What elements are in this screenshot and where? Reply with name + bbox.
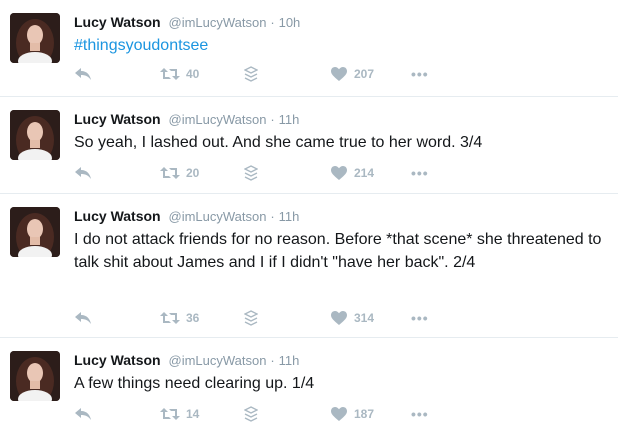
retweet-count: 36 xyxy=(186,311,200,325)
more-button[interactable]: ••• xyxy=(411,64,429,84)
avatar[interactable] xyxy=(10,13,60,63)
stack-button[interactable] xyxy=(244,163,258,183)
retweet-icon xyxy=(160,68,180,80)
separator: · xyxy=(270,353,275,368)
avatar[interactable] xyxy=(10,351,60,401)
separator: · xyxy=(270,15,275,30)
tweet-text[interactable]: So yeah, I lashed out. And she came true… xyxy=(74,131,604,154)
tweet-text[interactable]: I do not attack friends for no reason. B… xyxy=(74,228,604,274)
reply-button[interactable] xyxy=(74,404,92,424)
author-handle[interactable]: @imLucyWatson xyxy=(169,209,267,224)
retweet-button[interactable]: 20 xyxy=(160,163,199,183)
retweet-button[interactable]: 40 xyxy=(160,64,199,84)
author-name[interactable]: Lucy Watson xyxy=(74,14,161,30)
retweet-button[interactable]: 14 xyxy=(160,404,199,424)
tweet-feed: Lucy Watson @imLucyWatson · 10h #thingsy… xyxy=(0,0,618,436)
retweet-icon xyxy=(160,167,180,179)
like-button[interactable]: 187 xyxy=(331,404,374,424)
reply-button[interactable] xyxy=(74,64,92,84)
more-button[interactable]: ••• xyxy=(411,308,429,328)
more-button[interactable]: ••• xyxy=(411,404,429,424)
more-icon: ••• xyxy=(411,165,429,181)
like-button[interactable]: 314 xyxy=(331,308,374,328)
heart-icon xyxy=(331,311,347,325)
like-button[interactable]: 214 xyxy=(331,163,374,183)
tweet[interactable]: Lucy Watson @imLucyWatson · 11h So yeah,… xyxy=(0,97,618,194)
author-name[interactable]: Lucy Watson xyxy=(74,208,161,224)
retweet-icon xyxy=(160,408,180,420)
avatar[interactable] xyxy=(10,110,60,160)
author-handle[interactable]: @imLucyWatson xyxy=(169,112,267,127)
timestamp[interactable]: 11h xyxy=(279,353,300,368)
more-button[interactable]: ••• xyxy=(411,163,429,183)
author-name[interactable]: Lucy Watson xyxy=(74,352,161,368)
more-icon: ••• xyxy=(411,66,429,82)
author-handle[interactable]: @imLucyWatson xyxy=(169,15,267,30)
reply-button[interactable] xyxy=(74,163,92,183)
like-count: 187 xyxy=(354,407,375,421)
more-icon: ••• xyxy=(411,310,429,326)
tweet-header: Lucy Watson @imLucyWatson · 11h xyxy=(74,208,299,224)
reply-icon xyxy=(75,68,91,80)
stack-button[interactable] xyxy=(244,404,258,424)
author-name[interactable]: Lucy Watson xyxy=(74,111,161,127)
stack-icon xyxy=(244,66,258,82)
author-handle[interactable]: @imLucyWatson xyxy=(169,353,267,368)
tweet-text[interactable]: #thingsyoudontsee xyxy=(74,34,604,57)
like-count: 214 xyxy=(354,166,375,180)
timestamp[interactable]: 11h xyxy=(279,112,300,127)
retweet-count: 40 xyxy=(186,67,200,81)
tweet[interactable]: Lucy Watson @imLucyWatson · 10h #thingsy… xyxy=(0,0,618,97)
tweet-header: Lucy Watson @imLucyWatson · 10h xyxy=(74,14,300,30)
stack-icon xyxy=(244,165,258,181)
like-count: 207 xyxy=(354,67,375,81)
stack-button[interactable] xyxy=(244,308,258,328)
stack-button[interactable] xyxy=(244,64,258,84)
tweet[interactable]: Lucy Watson @imLucyWatson · 11h I do not… xyxy=(0,194,618,338)
stack-icon xyxy=(244,406,258,422)
retweet-count: 14 xyxy=(186,407,200,421)
tweet-header: Lucy Watson @imLucyWatson · 11h xyxy=(74,352,299,368)
retweet-count: 20 xyxy=(186,166,200,180)
like-button[interactable]: 207 xyxy=(331,64,374,84)
more-icon: ••• xyxy=(411,406,429,422)
separator: · xyxy=(270,209,275,224)
tweet-header: Lucy Watson @imLucyWatson · 11h xyxy=(74,111,299,127)
timestamp[interactable]: 10h xyxy=(279,15,301,30)
stack-icon xyxy=(244,310,258,326)
heart-icon xyxy=(331,166,347,180)
reply-icon xyxy=(75,312,91,324)
retweet-button[interactable]: 36 xyxy=(160,308,199,328)
separator: · xyxy=(270,112,275,127)
tweet[interactable]: Lucy Watson @imLucyWatson · 11h A few th… xyxy=(0,338,618,436)
heart-icon xyxy=(331,407,347,421)
heart-icon xyxy=(331,67,347,81)
tweet-text[interactable]: A few things need clearing up. 1/4 xyxy=(74,372,604,395)
reply-button[interactable] xyxy=(74,308,92,328)
retweet-icon xyxy=(160,312,180,324)
reply-icon xyxy=(75,408,91,420)
like-count: 314 xyxy=(354,311,375,325)
reply-icon xyxy=(75,167,91,179)
avatar[interactable] xyxy=(10,207,60,257)
timestamp[interactable]: 11h xyxy=(279,209,300,224)
